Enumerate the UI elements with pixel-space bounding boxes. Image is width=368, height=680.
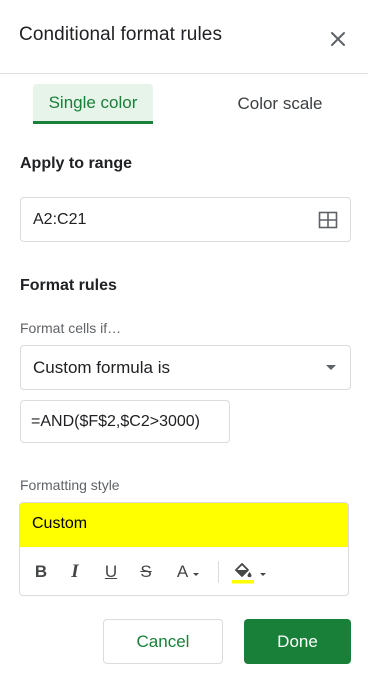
bold-button[interactable]: B [32,547,50,595]
formatting-style-label: Formatting style [20,477,120,493]
fill-color-icon [231,563,254,584]
format-cells-if-label: Format cells if… [20,320,122,336]
italic-button[interactable]: I [66,547,84,595]
condition-select[interactable]: Custom formula is [20,345,351,390]
rule-type-tabs: Single color Color scale [0,74,368,128]
style-toolbar: B I U S A [20,547,348,595]
formatting-style-box: Custom B I U S A [19,502,349,596]
range-input[interactable]: A2:C21 [20,197,351,242]
condition-value: Custom formula is [33,358,170,377]
strikethrough-button[interactable]: S [137,547,155,595]
toolbar-divider [218,561,219,583]
tab-color-scale[interactable]: Color scale [220,84,340,124]
panel-title: Conditional format rules [19,24,223,45]
cancel-button[interactable]: Cancel [103,619,223,664]
text-color-icon: A [176,562,189,581]
underline-button[interactable]: U [102,547,120,595]
chevron-down-icon [259,572,266,576]
tab-single-color[interactable]: Single color [33,84,153,124]
close-icon[interactable] [326,27,350,51]
fill-color-button[interactable] [226,547,270,595]
style-preview[interactable]: Custom [20,503,348,547]
apply-to-range-label: Apply to range [20,155,133,172]
select-range-icon[interactable] [318,210,338,230]
done-button[interactable]: Done [244,619,351,664]
format-rules-label: Format rules [20,277,117,294]
text-color-button[interactable]: A [170,547,206,595]
formula-input[interactable]: =AND($F$2,$C2>3000) [20,400,230,443]
chevron-down-icon [193,572,200,576]
chevron-down-icon [326,365,336,370]
style-preview-text: Custom [32,515,88,532]
panel-header: Conditional format rules [0,0,368,74]
formula-value[interactable]: =AND($F$2,$C2>3000) [31,413,200,431]
range-value[interactable]: A2:C21 [33,211,86,229]
